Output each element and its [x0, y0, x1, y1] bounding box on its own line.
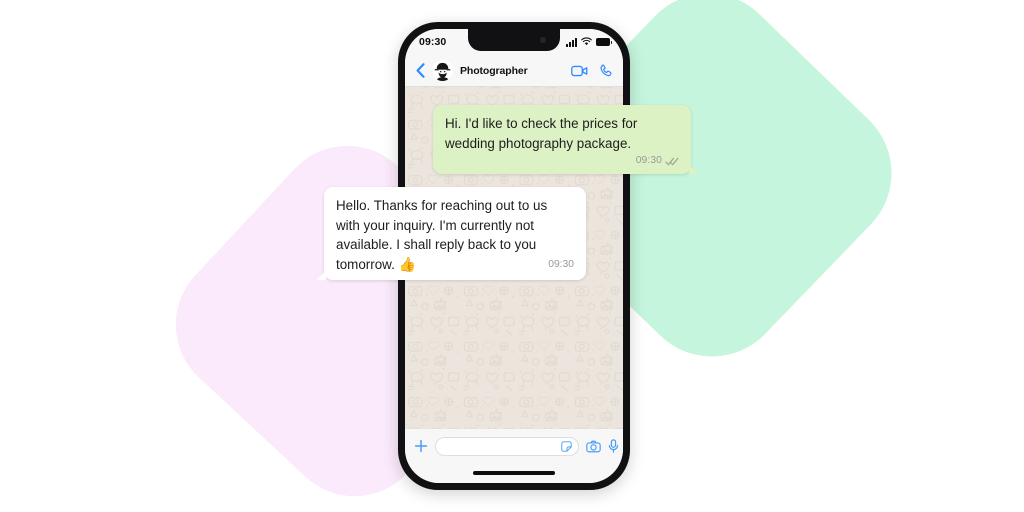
wifi-icon	[581, 33, 592, 51]
message-timestamp: 09:30	[635, 155, 662, 167]
home-indicator-area	[405, 463, 623, 483]
message-meta: 09:30	[445, 154, 679, 168]
screenshot-canvas: 09:30 Photographer Hi. I'd like to check…	[0, 0, 1024, 512]
voice-call-icon[interactable]	[599, 63, 613, 78]
message-text-line: Hello. Thanks for reaching out to us	[336, 198, 548, 213]
message-input-bar	[405, 429, 623, 463]
message-text-line: available. I shall reply back to you	[336, 237, 537, 252]
front-camera-icon	[540, 37, 546, 43]
message-text-line: with your inquiry. I'm currently not	[336, 217, 535, 233]
back-button[interactable]	[412, 61, 428, 81]
message-text: Hi. I'd like to check the prices for wed…	[445, 116, 638, 151]
message-bubble-incoming[interactable]: Hello. Thanks for reaching out to us wit…	[316, 187, 586, 280]
plus-icon[interactable]	[414, 439, 428, 453]
phone-notch	[468, 29, 560, 51]
message-last-line: tomorrow. 👍 09:30	[336, 255, 574, 275]
status-bar-icons	[566, 33, 612, 51]
double-check-icon	[665, 157, 679, 166]
cellular-signal-icon	[566, 37, 577, 47]
message-text-line: tomorrow.	[336, 256, 395, 272]
message-bubble-outgoing[interactable]: Hi. I'd like to check the prices for wed…	[433, 105, 699, 174]
message-input-field[interactable]	[435, 436, 579, 456]
sticker-icon[interactable]	[561, 440, 572, 452]
message-timestamp: 09:30	[548, 258, 574, 270]
contact-avatar[interactable]	[432, 60, 453, 81]
status-bar-time: 09:30	[419, 36, 447, 48]
home-indicator[interactable]	[473, 471, 555, 475]
microphone-icon[interactable]	[608, 439, 619, 453]
message-text-line-with-emoji: tomorrow. 👍	[336, 255, 416, 275]
video-call-icon[interactable]	[571, 65, 588, 77]
contact-name: Photographer	[460, 64, 528, 77]
chat-header: Photographer	[405, 55, 623, 87]
battery-icon	[596, 38, 612, 46]
camera-icon[interactable]	[586, 440, 601, 453]
message-text-input[interactable]	[444, 441, 561, 451]
thumbs-up-emoji: 👍	[398, 255, 416, 272]
